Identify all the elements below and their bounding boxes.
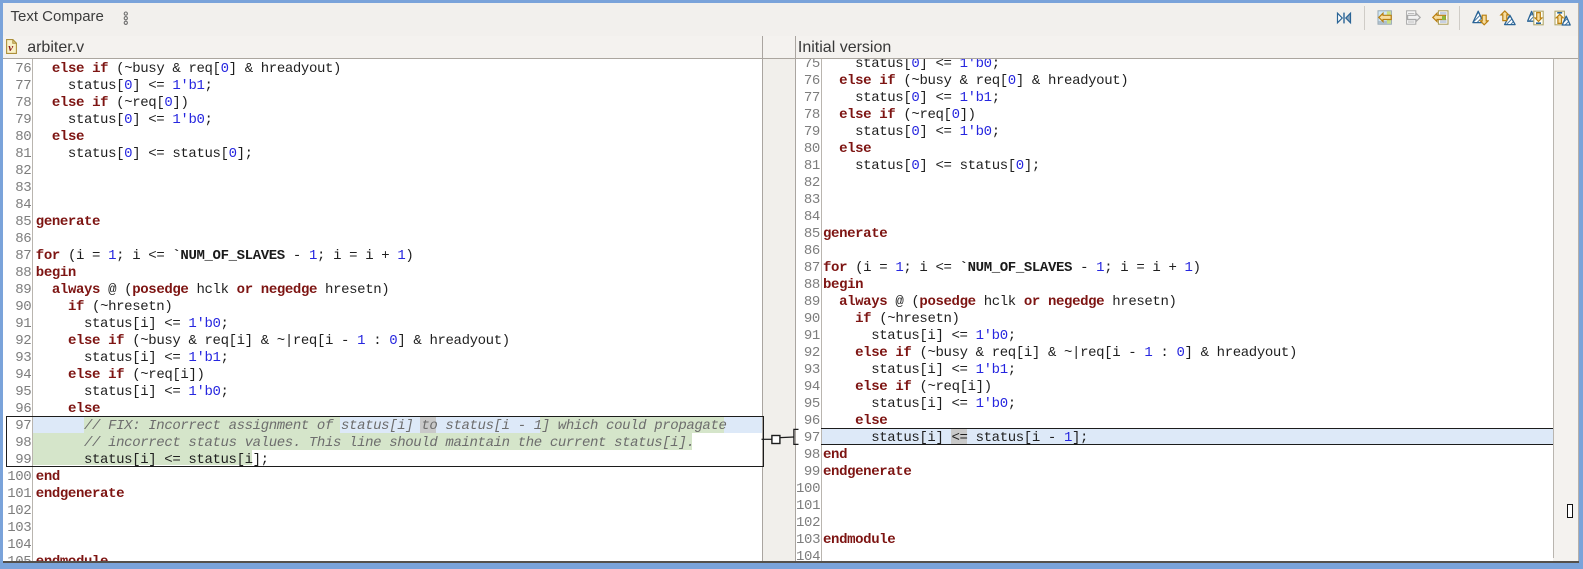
svg-text:v: v [8, 42, 13, 54]
